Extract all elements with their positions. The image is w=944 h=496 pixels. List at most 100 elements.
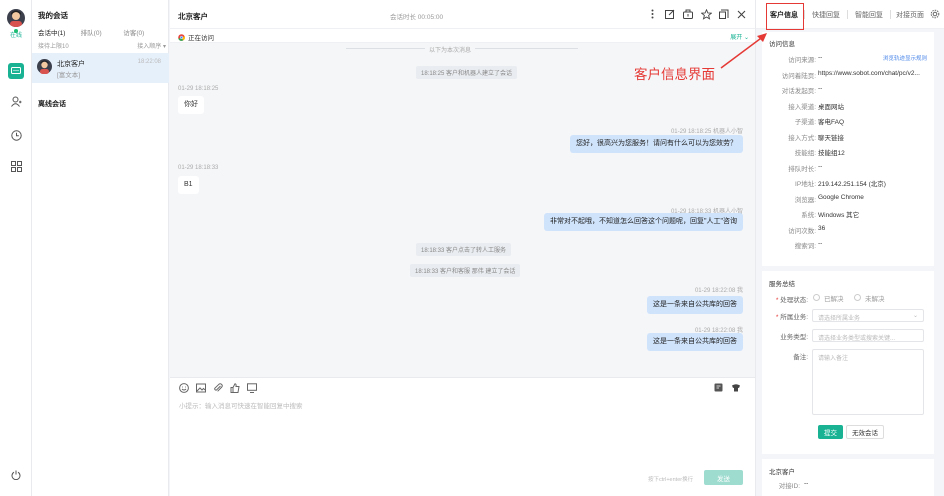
visit-info-key: 对话发起页: <box>781 88 816 95</box>
radio-unresolved[interactable] <box>854 294 861 301</box>
customer-card: 北京客户 对接ID: -- <box>762 459 934 496</box>
screen-icon[interactable] <box>247 383 257 393</box>
settings-gear-icon[interactable] <box>930 9 940 19</box>
business-type-row: 业务类型: 请选择业务类型或搜索关键... <box>762 328 934 342</box>
visit-info-key: 访问来源: <box>788 57 816 64</box>
message-editor: 小提示：输入消息可快速在智能回复中搜索 按下ctrl+enter换行 发送 <box>170 377 755 496</box>
my-sessions-title: 我的会话 <box>38 11 68 20</box>
tab-quick-reply[interactable]: 快捷回复 <box>812 10 840 20</box>
image-icon[interactable] <box>196 383 206 393</box>
visit-info-value: Windows 其它 <box>818 212 860 219</box>
visit-info-value: https://www.sobot.com/chat/pc/v2... <box>818 69 920 77</box>
agent-avatar[interactable] <box>7 9 25 27</box>
session-customer-name: 北京客户 <box>57 61 85 68</box>
power-icon[interactable] <box>8 467 24 483</box>
emoji-icon[interactable] <box>179 383 189 393</box>
submit-button[interactable]: 提交 <box>818 425 843 439</box>
offline-sessions-title[interactable]: 离线会话 <box>38 99 66 109</box>
star-icon[interactable] <box>700 8 712 20</box>
highlight-box <box>766 3 804 30</box>
system-message: 18:18:33 客户和客服 那伟 建立了会话 <box>410 264 521 277</box>
visit-info-card: 访问信息 浏览轨迹显示规则 访问来源: -- 访问着陆页: https://www.s… <box>762 32 934 266</box>
chat-title: 北京客户 <box>178 12 208 21</box>
visit-info-row: 浏览器: Google Chrome <box>762 194 934 204</box>
visit-info-row: 访问着陆页: https://www.sobot.com/chat/pc/v2..… <box>762 70 934 80</box>
summary-title: 服务总结 <box>769 281 795 288</box>
business-select[interactable]: 请选择所属业务 ⌄ <box>812 309 924 322</box>
send-hint: 按下ctrl+enter换行 <box>648 477 694 483</box>
tab-smart-reply[interactable]: 智能回复 <box>855 10 883 20</box>
chat-header: 北京客户 会话时长 00:05:00 <box>170 0 755 29</box>
note-textarea[interactable]: 请输入备注 <box>812 349 924 415</box>
system-message: 18:18:33 客户点击了转人工服务 <box>416 243 512 256</box>
history-reply-icon[interactable] <box>714 383 723 392</box>
close-icon[interactable] <box>735 8 747 20</box>
send-button[interactable]: 发送 <box>704 470 743 485</box>
visit-info-row: 技能组: 技能组12 <box>762 147 934 157</box>
agent-message-bubble[interactable]: 非常对不起哦，不知道怎么回答这个问题呢，回复"人工"咨询 <box>544 213 743 231</box>
visit-info-value: 219.142.251.154 (北京) <box>818 181 886 188</box>
agent-message-bubble[interactable]: 您好，很高兴为您服务！请问有什么可以为您效劳？ <box>570 135 743 153</box>
attachment-icon[interactable] <box>213 383 223 393</box>
customer-name: 北京客户 <box>769 469 795 476</box>
editor-toolbar <box>179 383 257 393</box>
visit-info-value: 36 <box>818 224 826 232</box>
history-nav-icon[interactable] <box>8 127 24 143</box>
thumbs-up-icon[interactable] <box>230 383 240 393</box>
message-area: 以下为本次消息 18:18:25 客户和机器人建立了会话 01-29 18:18:… <box>170 43 755 377</box>
session-preview: [富文本] <box>57 72 81 79</box>
chat-nav-icon[interactable] <box>8 63 24 79</box>
system-message: 18:18:25 客户和机器人建立了会话 <box>416 66 518 79</box>
blacklist-icon[interactable] <box>718 8 730 20</box>
visit-info-key: 搜索词: <box>794 243 816 250</box>
visit-info-row: 对话发起页: -- <box>762 85 934 95</box>
visit-info-row: 搜索词: -- <box>762 240 934 250</box>
robot-icon[interactable] <box>731 383 741 392</box>
tab-in-session[interactable]: 会话中(1) <box>38 27 81 37</box>
message-meta: 01-29 18:18:25 <box>178 86 219 92</box>
agent-message-bubble[interactable]: 这是一条来自公共库的回答 <box>647 333 743 351</box>
visit-info-value: 聊天链接 <box>818 134 844 142</box>
transfer-icon[interactable] <box>682 8 694 20</box>
message-input[interactable]: 小提示：输入消息可快速在智能回复中搜索 <box>179 400 303 410</box>
visit-info-title: 访问信息 <box>769 41 795 48</box>
annotation-arrow-icon <box>720 33 767 69</box>
session-time: 18:22:08 <box>137 59 161 65</box>
visit-info-key: 接入方式: <box>788 134 816 142</box>
visit-info-value: -- <box>818 162 823 170</box>
customer-avatar <box>37 59 52 74</box>
visit-info-key: 技能组: <box>794 150 816 157</box>
business-type-select[interactable]: 请选择业务类型或搜索关键... <box>812 329 924 342</box>
visit-info-row: IP地址: 219.142.251.154 (北京) <box>762 178 934 188</box>
tab-visitors[interactable]: 访客(0) <box>123 27 166 37</box>
customer-message-bubble[interactable]: B1 <box>178 176 199 194</box>
customer-id-row: 对接ID: -- <box>778 480 809 490</box>
unresolved-label[interactable]: 未解决 <box>865 293 885 303</box>
radio-resolved[interactable] <box>813 294 820 301</box>
agent-message-bubble[interactable]: 这是一条来自公共库的回答 <box>647 296 743 314</box>
message-meta: 01-29 18:18:33 <box>178 165 219 171</box>
more-vert-icon[interactable] <box>646 8 658 20</box>
edit-icon[interactable] <box>664 8 676 20</box>
resolved-label[interactable]: 已解决 <box>824 293 844 303</box>
visit-info-value: -- <box>818 54 823 61</box>
agent-status[interactable]: 在线 <box>0 30 32 39</box>
tab-separator <box>847 10 848 19</box>
contacts-nav-icon[interactable] <box>8 93 24 109</box>
apps-nav-icon[interactable] <box>8 158 24 174</box>
customer-message-bubble[interactable]: 你好 <box>178 96 204 114</box>
tab-queue[interactable]: 排队(0) <box>81 27 124 37</box>
order-dropdown[interactable]: 接入顺序 ▾ <box>137 41 166 50</box>
session-item[interactable]: 北京客户 [富文本] 18:22:08 <box>32 53 169 83</box>
invalid-session-button[interactable]: 无效会话 <box>846 425 884 439</box>
tab-docking-page[interactable]: 对接页面 <box>896 10 924 20</box>
visit-info-row: 排队时长: -- <box>762 163 934 173</box>
divider-text: 以下为本次消息 <box>425 45 476 54</box>
session-duration: 会话时长 00:05:00 <box>390 14 444 21</box>
session-sub-header: 接待上限10 接入顺序 ▾ <box>38 41 166 50</box>
visit-info-key: 访问次数: <box>788 227 816 235</box>
visit-info-row: 访问次数: 36 <box>762 225 934 235</box>
status-row: * 处理状态: 已解决 未解决 <box>762 291 934 305</box>
chrome-icon <box>178 33 185 41</box>
visit-info-value: 桌面网站 <box>818 103 844 111</box>
